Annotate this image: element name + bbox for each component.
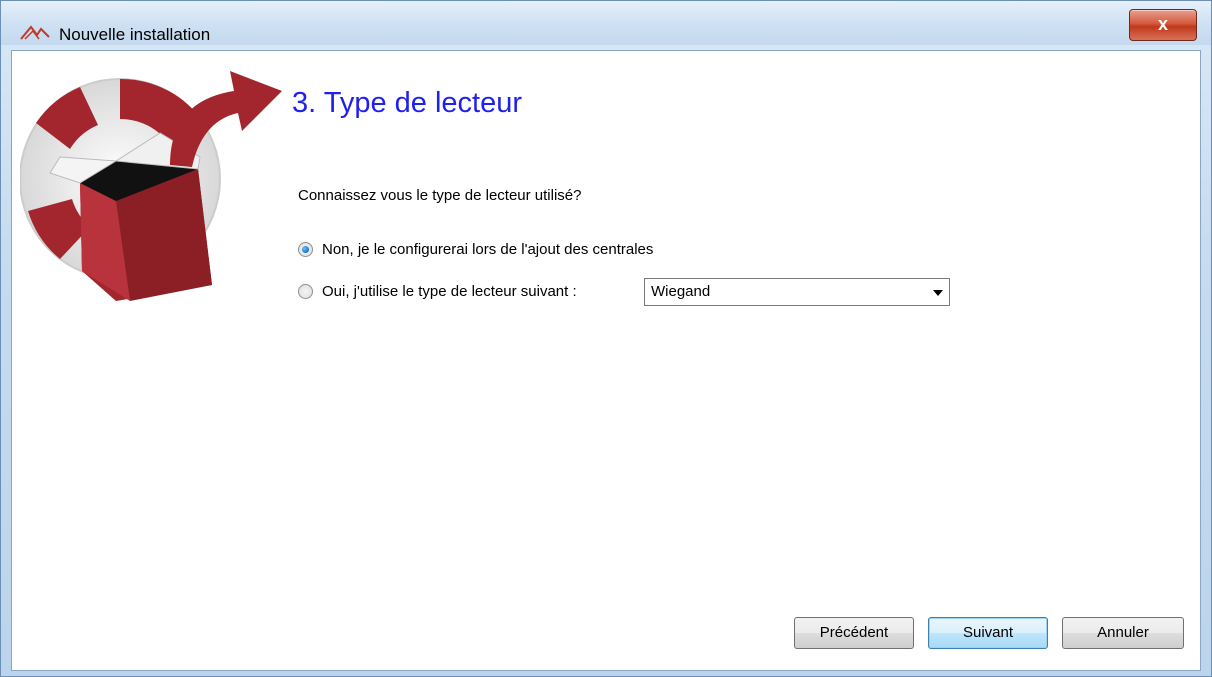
previous-button[interactable]: Précédent [794,617,914,649]
next-button[interactable]: Suivant [928,617,1048,649]
close-button[interactable]: x [1129,9,1197,41]
reader-type-select[interactable]: Wiegand [644,278,950,306]
window-title: Nouvelle installation [59,25,211,44]
close-icon: x [1157,14,1168,34]
title-bar[interactable]: Nouvelle installation x [1,1,1211,45]
app-logo-icon [20,25,50,40]
chevron-down-icon[interactable] [933,290,943,296]
wizard-window: Nouvelle installation x 3. Type de lecte… [0,0,1212,677]
option-use-reader-type-label[interactable]: Oui, j'utilise le type de lecteur suivan… [322,283,577,300]
reader-type-value: Wiegand [651,283,711,300]
step-title: 3. Type de lecteur [292,87,523,119]
reader-type-question: Connaissez vous le type de lecteur utili… [298,187,582,204]
option-configure-later-label[interactable]: Non, je le configurerai lors de l'ajout … [322,241,653,258]
installation-box-logo [20,71,282,301]
radio-use-reader-type[interactable] [298,284,313,299]
wizard-content: 3. Type de lecteur Connaissez vous le ty… [11,50,1201,671]
cancel-button[interactable]: Annuler [1062,617,1184,649]
radio-configure-later[interactable] [298,242,313,257]
